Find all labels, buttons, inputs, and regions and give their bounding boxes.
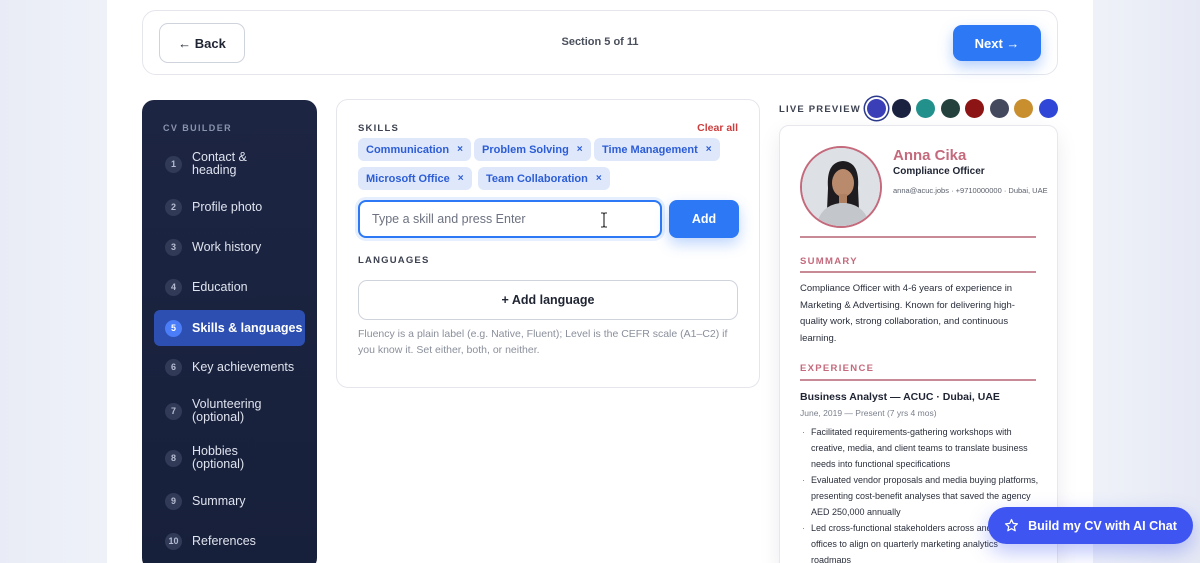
skills-heading: SKILLS: [358, 123, 399, 134]
languages-heading: LANGUAGES: [358, 255, 430, 266]
clear-all-button[interactable]: Clear all: [697, 122, 738, 134]
skill-chip: Time Management ×: [594, 138, 720, 161]
add-language-button[interactable]: + Add language: [358, 280, 738, 320]
sidebar-item-education[interactable]: 4 Education: [154, 270, 305, 304]
step-number: 1: [165, 155, 182, 173]
sidebar-title: CV BUILDER: [163, 123, 233, 133]
text-cursor-icon: [601, 212, 607, 228]
avatar: [800, 146, 882, 228]
color-swatch[interactable]: [1014, 99, 1033, 118]
color-swatch[interactable]: [1039, 99, 1058, 118]
color-swatch[interactable]: [916, 99, 935, 118]
color-swatch[interactable]: [941, 99, 960, 118]
skill-chip-label: Microsoft Office: [366, 172, 450, 185]
divider: [800, 379, 1036, 381]
color-swatch[interactable]: [965, 99, 984, 118]
skill-chip: Communication ×: [358, 138, 471, 161]
sidebar-item-label: References: [192, 533, 256, 548]
skill-input[interactable]: [358, 200, 662, 238]
color-swatch[interactable]: [990, 99, 1009, 118]
section-indicator: Section 5 of 11: [561, 36, 639, 48]
remove-chip-icon[interactable]: ×: [706, 144, 712, 155]
sidebar-item-references[interactable]: 10 References: [154, 524, 305, 558]
remove-chip-icon[interactable]: ×: [458, 173, 464, 184]
cv-job-title: Business Analyst — ACUC · Dubai, UAE: [800, 391, 1000, 403]
sidebar-item-label: Volunteering (optional): [192, 397, 262, 424]
step-number: 8: [165, 449, 182, 467]
step-number: 7: [165, 402, 182, 420]
sidebar-item-label: Education: [192, 279, 248, 294]
sidebar-item-label: Work history: [192, 239, 262, 254]
skill-chip: Team Collaboration ×: [478, 167, 610, 190]
divider: [800, 271, 1036, 273]
cv-job-dates: June, 2019 — Present (7 yrs 4 mos): [800, 408, 937, 418]
color-swatch-selected[interactable]: [867, 99, 886, 118]
sidebar-item-label: Profile photo: [192, 199, 263, 214]
step-number: 4: [165, 278, 182, 296]
divider: [800, 236, 1036, 238]
next-button[interactable]: Next →: [953, 25, 1041, 61]
cv-summary: Compliance Officer with 4-6 years of exp…: [800, 283, 1015, 344]
skills-languages-editor: SKILLS Clear all Communication × Problem…: [336, 99, 760, 388]
sidebar-item-profile-photo[interactable]: 2 Profile photo: [154, 190, 305, 224]
cv-role: Compliance Officer: [893, 166, 985, 177]
skill-chip: Microsoft Office ×: [358, 167, 472, 190]
cv-preview: Anna Cika Compliance Officer anna@acuc.j…: [779, 125, 1058, 563]
remove-chip-icon[interactable]: ×: [457, 144, 463, 155]
skill-chip-label: Communication: [366, 143, 450, 156]
star-icon: [1005, 518, 1019, 532]
sidebar-item-label: Key achievements: [192, 359, 295, 374]
sidebar-item-volunteering[interactable]: 7 Volunteering (optional): [154, 394, 305, 428]
cv-summary-heading: SUMMARY: [800, 256, 858, 267]
skill-chip-label: Problem Solving: [482, 143, 569, 156]
step-number: 2: [165, 198, 182, 216]
cv-name: Anna Cika: [893, 147, 967, 164]
sidebar-item-skills-languages[interactable]: 5 Skills & languages: [154, 310, 305, 346]
step-navigation-bar: ← Back Section 5 of 11 Next →: [142, 10, 1058, 75]
profile-photo-icon: [802, 148, 880, 226]
sidebar-item-label: Hobbies (optional): [192, 444, 245, 471]
step-number: 6: [165, 358, 182, 376]
sidebar-item-label: Summary: [192, 493, 246, 508]
color-swatch[interactable]: [892, 99, 911, 118]
step-number: 10: [165, 532, 182, 550]
skill-chip-label: Team Collaboration: [486, 172, 588, 185]
sidebar-item-label: Skills & languages: [192, 320, 303, 335]
skill-chip: Problem Solving ×: [474, 138, 591, 161]
sidebar-item-contact-heading[interactable]: 1 Contact & heading: [154, 147, 305, 181]
sidebar-item-work-history[interactable]: 3 Work history: [154, 230, 305, 264]
ai-chat-button[interactable]: Build my CV with AI Chat: [988, 507, 1193, 544]
sidebar-item-hobbies[interactable]: 8 Hobbies (optional): [154, 441, 305, 475]
step-number: 3: [165, 238, 182, 256]
cv-contact: anna@acuc.jobs · +9710000000 · Dubai, UA…: [893, 186, 1048, 195]
step-number: 5: [165, 319, 182, 337]
add-skill-button[interactable]: Add: [669, 200, 739, 238]
remove-chip-icon[interactable]: ×: [596, 173, 602, 184]
remove-chip-icon[interactable]: ×: [577, 144, 583, 155]
languages-hint: Fluency is a plain label (e.g. Native, F…: [358, 328, 728, 356]
cv-builder-sidebar: CV BUILDER 1 Contact & heading 2 Profile…: [142, 100, 317, 563]
step-number: 9: [165, 492, 182, 510]
cv-experience-heading: EXPERIENCE: [800, 363, 875, 374]
sidebar-item-key-achievements[interactable]: 6 Key achievements: [154, 350, 305, 384]
ai-chat-label: Build my CV with AI Chat: [1028, 518, 1177, 533]
live-preview-label: LIVE PREVIEW: [779, 104, 861, 115]
list-item: Facilitated requirements-gathering works…: [800, 424, 1040, 472]
skill-chip-label: Time Management: [602, 143, 698, 156]
sidebar-item-label: Contact & heading: [192, 150, 247, 177]
sidebar-item-summary[interactable]: 9 Summary: [154, 484, 305, 518]
